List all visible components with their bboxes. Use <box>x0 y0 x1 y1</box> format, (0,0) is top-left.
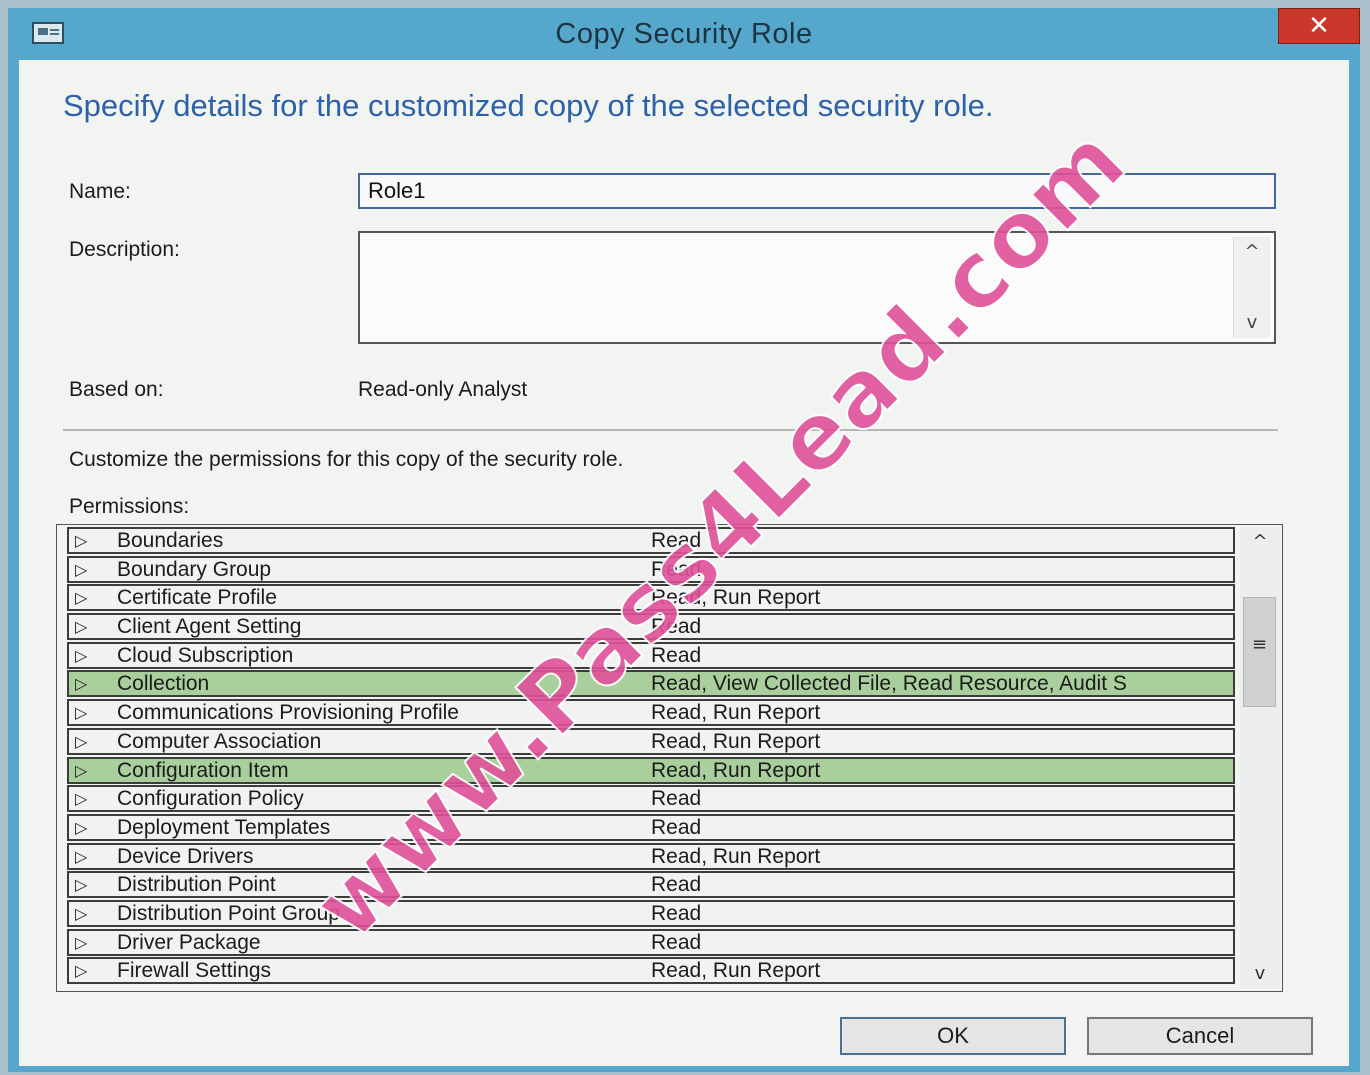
close-button[interactable]: ✕ <box>1278 8 1360 44</box>
permission-row[interactable]: ▷ Configuration Policy Read <box>67 785 1235 813</box>
permissions-instructions: Customize the permissions for this copy … <box>69 448 624 471</box>
permission-value: Read, View Collected File, Read Resource… <box>651 672 1127 696</box>
permission-value: Read <box>651 557 702 581</box>
permission-name: Client Agent Setting <box>117 615 302 639</box>
expand-arrow-icon[interactable]: ▷ <box>75 617 93 637</box>
expand-arrow-icon[interactable]: ▷ <box>75 761 93 781</box>
permission-name: Certificate Profile <box>117 586 277 610</box>
expand-arrow-icon[interactable]: ▷ <box>75 531 93 551</box>
grip-icon: ≡ <box>1251 634 1268 655</box>
title-bar[interactable]: Copy Security Role ✕ <box>8 8 1360 60</box>
permission-name: Firewall Settings <box>117 959 272 983</box>
permissions-label: Permissions: <box>69 495 190 518</box>
permission-row[interactable]: ▷ Communications Provisioning Profile Read… <box>67 699 1235 727</box>
permission-value: Read <box>651 901 702 925</box>
section-divider <box>63 429 1278 431</box>
dialog-heading: Specify details for the customized copy … <box>63 88 994 123</box>
cancel-button[interactable]: Cancel <box>1087 1017 1313 1055</box>
description-field[interactable]: ^ v <box>358 231 1276 346</box>
permission-row[interactable]: ▷ Device Drivers Read, Run Report <box>67 842 1235 870</box>
ok-button[interactable]: OK <box>840 1017 1066 1055</box>
expand-arrow-icon[interactable]: ▷ <box>75 646 93 666</box>
expand-arrow-icon[interactable]: ▷ <box>75 560 93 580</box>
permission-value: Read, Run Report <box>651 586 821 610</box>
expand-arrow-icon[interactable]: ▷ <box>75 818 93 838</box>
copy-security-role-dialog: Copy Security Role ✕ Specify details for… <box>8 8 1360 1072</box>
permission-value: Read <box>651 643 702 667</box>
permission-name: Communications Provisioning Profile <box>117 701 459 725</box>
scroll-up-icon[interactable]: ^ <box>1234 237 1270 267</box>
permission-value: Read <box>651 529 702 552</box>
permission-row[interactable]: ▷ Configuration Item Read, Run Report <box>67 756 1235 784</box>
permission-row[interactable]: ▷ Distribution Point Read <box>67 871 1235 899</box>
description-label: Description: <box>69 238 180 261</box>
permission-row[interactable]: ▷ Driver Package Read <box>67 928 1235 956</box>
expand-arrow-icon[interactable]: ▷ <box>75 588 93 608</box>
permission-name: Collection <box>117 672 210 696</box>
dialog-body: Specify details for the customized copy … <box>19 60 1349 1066</box>
permission-name: Boundaries <box>117 529 224 552</box>
expand-arrow-icon[interactable]: ▷ <box>75 847 93 867</box>
name-label: Name: <box>69 180 131 203</box>
expand-arrow-icon[interactable]: ▷ <box>75 933 93 953</box>
permission-value: Read <box>651 615 702 639</box>
permission-value: Read, Run Report <box>651 701 821 725</box>
permission-row[interactable]: ▷ Boundaries Read <box>67 527 1235 554</box>
name-input[interactable] <box>358 173 1276 209</box>
permission-row[interactable]: ▷ Deployment Templates Read <box>67 813 1235 841</box>
expand-arrow-icon[interactable]: ▷ <box>75 789 93 809</box>
permission-row[interactable]: ▷ Boundary Group Read <box>67 555 1235 583</box>
permission-row[interactable]: ▷ Firewall Settings Read, Run Report <box>67 957 1235 985</box>
permission-row[interactable]: ▷ Client Agent Setting Read <box>67 613 1235 641</box>
permission-name: Driver Package <box>117 930 261 954</box>
permission-name: Configuration Policy <box>117 787 304 811</box>
permission-value: Read, Run Report <box>651 959 821 983</box>
permission-row[interactable]: ▷ Distribution Point Group Read <box>67 899 1235 927</box>
permission-value: Read <box>651 787 702 811</box>
permission-value: Read, Run Report <box>651 729 821 753</box>
permissions-list: ▷ Boundaries Read ▷ Boundary Group Read ▷ Certi… <box>67 527 1235 987</box>
scroll-down-icon[interactable]: v <box>1240 959 1280 989</box>
permissions-tree[interactable]: ▷ Boundaries Read ▷ Boundary Group Read ▷ Certi… <box>56 524 1283 992</box>
permission-row[interactable]: ▷ Cloud Subscription Read <box>67 641 1235 669</box>
expand-arrow-icon[interactable]: ▷ <box>75 875 93 895</box>
expand-arrow-icon[interactable]: ▷ <box>75 732 93 752</box>
permission-value: Read <box>651 873 702 897</box>
description-input[interactable] <box>360 233 1234 346</box>
permission-row[interactable]: ▷ Certificate Profile Read, Run Report <box>67 584 1235 612</box>
expand-arrow-icon[interactable]: ▷ <box>75 904 93 924</box>
scroll-up-icon[interactable]: ^ <box>1240 527 1280 557</box>
permission-name: Computer Association <box>117 729 322 753</box>
permission-name: Boundary Group <box>117 557 272 581</box>
permission-name: Cloud Subscription <box>117 643 294 667</box>
permission-name: Configuration Item <box>117 758 289 782</box>
permission-value: Read <box>651 815 702 839</box>
permission-name: Deployment Templates <box>117 815 331 839</box>
based-on-value: Read-only Analyst <box>358 378 528 401</box>
scroll-down-icon[interactable]: v <box>1234 308 1270 338</box>
window-title: Copy Security Role <box>555 18 813 50</box>
permission-name: Device Drivers <box>117 844 254 868</box>
expand-arrow-icon[interactable]: ▷ <box>75 961 93 981</box>
permission-row[interactable]: ▷ Collection Read, View Collected File, Re… <box>67 670 1235 698</box>
permission-value: Read <box>651 930 702 954</box>
scroll-thumb[interactable]: ≡ <box>1243 597 1276 707</box>
permissions-scrollbar[interactable]: ^ ≡ v <box>1240 527 1280 989</box>
permission-name: Distribution Point Group <box>117 901 340 925</box>
permission-name: Distribution Point <box>117 873 276 897</box>
description-scrollbar[interactable]: ^ v <box>1233 237 1270 338</box>
expand-arrow-icon[interactable]: ▷ <box>75 674 93 694</box>
permission-value: Read, Run Report <box>651 758 821 782</box>
expand-arrow-icon[interactable]: ▷ <box>75 703 93 723</box>
permission-row[interactable]: ▷ Computer Association Read, Run Report <box>67 727 1235 755</box>
based-on-label: Based on: <box>69 378 164 401</box>
permission-value: Read, Run Report <box>651 844 821 868</box>
